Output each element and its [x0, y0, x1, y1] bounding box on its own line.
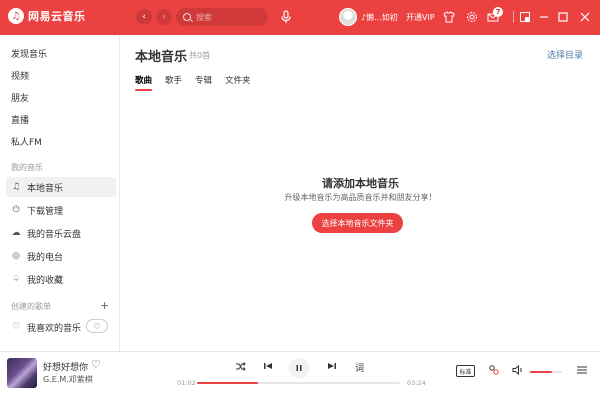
tab-albums[interactable]: 专辑: [195, 74, 212, 86]
search-input[interactable]: [196, 12, 256, 22]
add-playlist-icon[interactable]: +: [100, 299, 109, 312]
settings-icon[interactable]: [465, 10, 479, 24]
tab-artists[interactable]: 歌手: [165, 74, 182, 86]
sidebar-item-local-music[interactable]: ♫ 本地音乐: [6, 177, 116, 197]
tab-bar: 歌曲 歌手 专辑 文件夹: [135, 74, 251, 91]
sidebar-item-cloud[interactable]: ☁ 我的音乐云盘: [6, 223, 116, 243]
heart-mode-button[interactable]: ♡: [86, 319, 108, 333]
sidebar-item-label: 我的音乐云盘: [27, 229, 82, 240]
tab-songs[interactable]: 歌曲: [135, 74, 153, 91]
vip-link[interactable]: 开通VIP: [406, 12, 435, 23]
username[interactable]: ♪懒...如初: [361, 12, 398, 23]
next-icon[interactable]: [327, 361, 337, 371]
quality-button[interactable]: 标准: [456, 365, 475, 377]
total-time: 03:24: [407, 379, 426, 387]
current-time: 01:02: [177, 379, 196, 387]
lyrics-button[interactable]: 词: [355, 361, 364, 374]
back-button[interactable]: ‹: [136, 9, 152, 25]
select-directory-link[interactable]: 选择目录: [547, 48, 583, 61]
sidebar-item-fm[interactable]: 私人FM: [6, 131, 116, 151]
close-icon[interactable]: [578, 10, 592, 24]
sidebar-item-friends[interactable]: 朋友: [6, 87, 116, 107]
forward-button[interactable]: ›: [156, 9, 172, 25]
search-box[interactable]: [176, 8, 268, 26]
app-logo[interactable]: ♫ 网易云音乐: [8, 8, 86, 24]
music-note-icon: ♫: [11, 182, 21, 192]
sidebar-item-label: 下载管理: [27, 206, 64, 217]
progress-bar[interactable]: [197, 382, 400, 384]
sidebar-item-label: 我喜欢的音乐: [27, 323, 82, 334]
user-avatar[interactable]: [339, 8, 357, 26]
tab-folders[interactable]: 文件夹: [225, 74, 251, 86]
pause-button[interactable]: [289, 358, 309, 378]
main-content: 本地音乐 共0首 选择目录 歌曲 歌手 专辑 文件夹 请添加本地音乐 升级本地音…: [121, 35, 600, 351]
sidebar-item-liked-music[interactable]: ♡ 我喜欢的音乐: [6, 317, 81, 337]
titlebar-divider: [513, 11, 514, 23]
song-title[interactable]: 好想好想你: [43, 360, 88, 373]
my-music-header: 我的音乐: [11, 163, 43, 172]
radio-icon: ◎: [12, 251, 20, 261]
microphone-icon[interactable]: [279, 10, 293, 24]
sidebar: 发现音乐 视频 朋友 直播 私人FM 我的音乐 ♫ 本地音乐 ⏻ 下载管理 ☁ …: [0, 35, 120, 351]
message-badge: 7: [493, 7, 503, 17]
sidebar-item-radio[interactable]: ◎ 我的电台: [6, 246, 116, 266]
player-bar: 好想好想你 ♡ G.E.M.邓紫棋 词 01:02 03:24 标准: [0, 351, 600, 393]
sidebar-item-downloads[interactable]: ⏻ 下载管理: [6, 200, 116, 220]
title-bar: ♫ 网易云音乐 ‹ › ♪懒...如初 开通VIP 7: [0, 0, 600, 35]
previous-icon[interactable]: [263, 361, 273, 371]
progress-fill: [197, 382, 258, 384]
sound-effect-icon[interactable]: [488, 364, 500, 379]
nav-arrows: ‹ ›: [136, 9, 172, 25]
sidebar-item-label: 本地音乐: [27, 183, 64, 194]
collection-icon: ♤: [11, 274, 21, 284]
shuffle-icon[interactable]: [235, 361, 246, 372]
like-song-icon[interactable]: ♡: [91, 358, 101, 371]
artist-name[interactable]: G.E.M.邓紫棋: [43, 374, 93, 385]
skin-icon[interactable]: [442, 10, 456, 24]
song-count: 共0首: [189, 51, 211, 60]
sidebar-item-label: 我的电台: [27, 252, 64, 263]
download-icon: ⏻: [12, 205, 20, 215]
empty-state-title: 请添加本地音乐: [322, 177, 399, 190]
playlist-icon[interactable]: [576, 364, 588, 379]
netease-logo-icon: ♫: [8, 8, 24, 24]
maximize-icon[interactable]: [556, 10, 570, 24]
empty-state-subtitle: 升级本地音乐为高品质音乐并和朋友分享！: [284, 193, 437, 202]
created-playlists-header[interactable]: 创建的歌单: [11, 301, 51, 312]
volume-fill: [530, 371, 553, 373]
select-local-folder-button[interactable]: 选择本地音乐文件夹: [312, 213, 403, 233]
sidebar-item-label: 我的收藏: [27, 275, 64, 286]
sidebar-item-collection[interactable]: ♤ 我的收藏: [6, 269, 116, 289]
sidebar-item-video[interactable]: 视频: [6, 65, 116, 85]
minimize-icon[interactable]: [537, 10, 551, 24]
sidebar-item-live[interactable]: 直播: [6, 109, 116, 129]
heart-icon: ♡: [11, 322, 21, 332]
volume-icon[interactable]: [512, 364, 524, 379]
mini-mode-icon[interactable]: [518, 10, 532, 24]
app-name: 网易云音乐: [28, 10, 86, 23]
volume-slider[interactable]: [530, 371, 562, 373]
cloud-icon: ☁: [11, 228, 21, 238]
page-title: 本地音乐: [135, 50, 188, 65]
album-cover[interactable]: [7, 358, 37, 388]
sidebar-item-discover[interactable]: 发现音乐: [6, 43, 116, 63]
search-icon: [183, 13, 191, 21]
